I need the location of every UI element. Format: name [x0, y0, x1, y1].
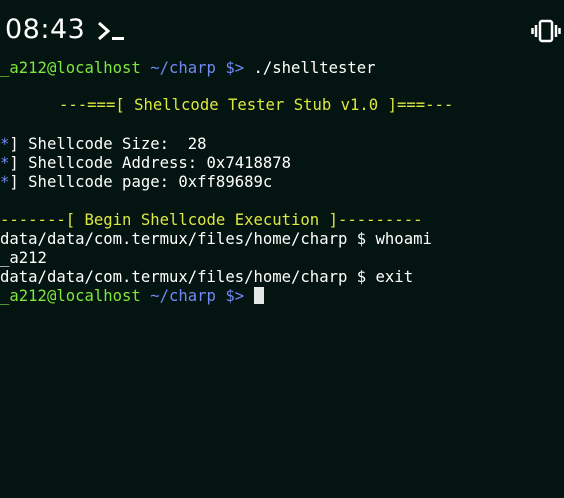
info-mark: * [0, 135, 10, 153]
exec-header-line: -------[ Begin Shellcode Execution ]----… [0, 211, 423, 229]
info-mark: * [0, 154, 10, 172]
prompt-line-2: _a212@localhost ~/charp $> [0, 287, 264, 306]
prompt-symbol: $> [225, 59, 245, 77]
terminal-prompt-icon [98, 21, 124, 41]
prompt-user-host: _a212@localhost [0, 287, 141, 305]
prompt-path: ~/charp [150, 59, 216, 77]
termux-screen: 08:43 _a212@localhost ~/charp $> ./shell… [0, 0, 564, 498]
info-text: ] Shellcode Size: 28 [9, 135, 207, 153]
command-text: ./shelltester [253, 59, 376, 77]
info-line-3: *] Shellcode page: 0xff89689c [0, 173, 272, 192]
info-line-2: *] Shellcode Address: 0x7418878 [0, 154, 291, 173]
terminal-cursor[interactable] [253, 287, 264, 304]
prompt-path: ~/charp [150, 287, 216, 305]
info-text: ] Shellcode Address: 0x7418878 [9, 154, 292, 172]
info-text: ] Shellcode page: 0xff89689c [9, 173, 273, 191]
command-output-line: _a212 [0, 249, 47, 267]
sub-prompt-line-1: data/data/com.termux/files/home/charp $ … [0, 230, 432, 248]
sub-prompt-line-2: data/data/com.termux/files/home/charp $ … [0, 268, 414, 286]
banner-line: ---===[ Shellcode Tester Stub v1.0 ]===-… [59, 96, 454, 114]
prompt-line-1: _a212@localhost ~/charp $> ./shelltester [0, 59, 376, 78]
prompt-symbol: $> [225, 287, 245, 305]
info-mark: * [0, 173, 10, 191]
prompt-user-host: _a212@localhost [0, 59, 141, 77]
status-clock: 08:43 [5, 14, 86, 45]
vibrate-mode-icon [531, 19, 561, 43]
info-line-1: *] Shellcode Size: 28 [0, 135, 207, 154]
status-bar: 08:43 [0, 0, 564, 58]
terminal-output[interactable]: _a212@localhost ~/charp $> ./shelltester… [0, 58, 564, 498]
